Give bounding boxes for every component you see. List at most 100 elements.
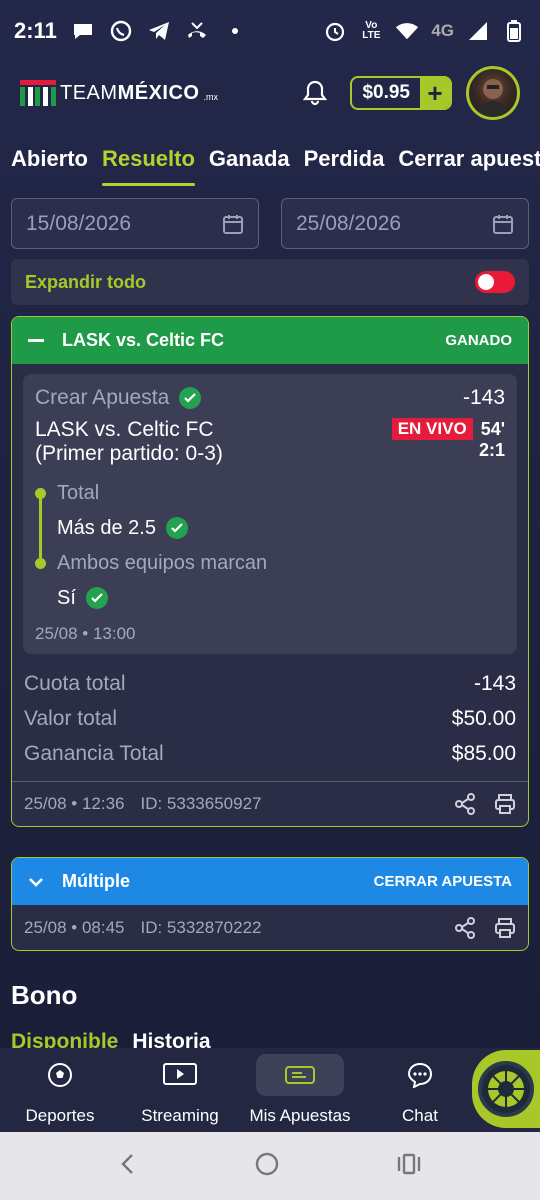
date-to-field[interactable]: 25/08/2026 <box>281 198 529 249</box>
soccer-ball-icon <box>16 1054 104 1096</box>
tab-ganada[interactable]: Ganada <box>209 146 290 186</box>
event-time: 25/08 • 13:00 <box>35 624 136 643</box>
system-nav-bar <box>0 1132 540 1200</box>
bet-card: Múltiple CERRAR APUESTA 25/08 • 08:45 ID… <box>11 857 529 951</box>
recents-icon[interactable] <box>396 1152 422 1181</box>
bet-card: LASK vs. Celtic FC GANADO Crear Apuesta … <box>11 316 529 827</box>
status-bar: 2:11 Vo LTE 4G <box>0 0 540 62</box>
tab-resuelto[interactable]: Resuelto <box>102 146 195 186</box>
bet-legs: Total Más de 2.5 Ambos equipos marcan Sí <box>35 476 505 616</box>
check-icon <box>165 517 188 539</box>
alarm-icon <box>323 20 347 42</box>
volte-icon: Vo LTE <box>362 20 381 41</box>
bet-card-header[interactable]: LASK vs. Celtic FC GANADO <box>12 317 528 364</box>
print-icon[interactable] <box>494 793 516 815</box>
summary-row: Cuota total -143 <box>24 671 516 695</box>
balance-widget[interactable]: $0.95 + <box>350 76 452 110</box>
match-info: LASK vs. Celtic FC (Primer partido: 0-3) <box>35 418 223 466</box>
leg-pick: Sí <box>57 580 505 616</box>
live-badge: EN VIVO <box>391 418 473 440</box>
clock: 2:11 <box>14 18 57 43</box>
nav-label: Chat <box>402 1106 438 1125</box>
nav-chat[interactable]: Chat <box>360 1048 480 1132</box>
date-from-value: 15/08/2026 <box>26 211 132 235</box>
logo-suffix: .mx <box>203 92 218 102</box>
nav-label: Mis Apuestas <box>249 1106 351 1125</box>
team-mexico-logo[interactable]: TEAMMÉXICO .mx <box>20 80 218 106</box>
expand-all-row: Expandir todo <box>11 259 529 305</box>
roulette-button[interactable] <box>472 1050 540 1128</box>
bet-summary: Cuota total -143 Valor total $50.00 Gana… <box>12 654 528 781</box>
network-type: 4G <box>431 21 454 40</box>
bet-status-tabs: Abierto Resuelto Ganada Perdida Cerrar a… <box>0 146 540 188</box>
match-teams: LASK vs. Celtic FC <box>35 418 214 441</box>
cash-out-button[interactable]: CERRAR APUESTA <box>374 873 512 890</box>
whatsapp-icon <box>109 20 133 42</box>
date-from-field[interactable]: 15/08/2026 <box>11 198 259 249</box>
back-icon[interactable] <box>118 1152 138 1181</box>
status-badge: GANADO <box>445 332 512 349</box>
placed-at: 25/08 • 12:36 <box>24 794 125 813</box>
selection-odds: -143 <box>462 386 505 409</box>
print-icon[interactable] <box>494 917 516 939</box>
leg-pick: Más de 2.5 <box>57 510 505 546</box>
roulette-icon <box>478 1061 534 1117</box>
play-icon <box>136 1054 224 1096</box>
live-info: EN VIVO 54' 2:1 <box>391 418 505 461</box>
bet-footer: 25/08 • 12:36 ID: 5333650927 <box>12 781 528 826</box>
expand-all-toggle[interactable] <box>475 271 515 293</box>
timeline-dot <box>35 488 46 499</box>
app-header: TEAMMÉXICO .mx $0.95 + <box>0 62 540 124</box>
summary-row: Valor total $50.00 <box>24 706 516 730</box>
logo-mark-icon <box>20 80 56 106</box>
chat-icon <box>376 1054 464 1096</box>
battery-icon <box>502 20 526 42</box>
summary-row: Ganancia Total $85.00 <box>24 741 516 765</box>
leg-market: Ambos equipos marcan <box>57 551 268 574</box>
add-funds-button[interactable]: + <box>420 78 450 108</box>
match-note: (Primer partido: 0-3) <box>35 442 223 465</box>
date-to-value: 25/08/2026 <box>296 211 402 235</box>
nav-label: Streaming <box>141 1106 219 1125</box>
tab-perdida[interactable]: Perdida <box>304 146 385 186</box>
collapse-icon[interactable] <box>28 338 50 343</box>
missed-call-icon <box>185 20 209 42</box>
bono-title: Bono <box>11 980 78 1010</box>
nav-deportes[interactable]: Deportes <box>0 1048 120 1132</box>
message-icon <box>71 20 95 42</box>
avatar[interactable] <box>466 66 520 120</box>
bet-title: Múltiple <box>62 871 130 891</box>
share-icon[interactable] <box>454 916 476 939</box>
signal-icon <box>466 20 490 42</box>
expand-all-label: Expandir todo <box>25 271 146 292</box>
leg-market: Total <box>57 481 100 504</box>
nav-mis-apuestas[interactable]: Mis Apuestas <box>240 1048 360 1132</box>
bottom-nav: Deportes Streaming Mis Apuestas Chat <box>0 1048 540 1132</box>
calendar-icon[interactable] <box>492 213 514 235</box>
bell-icon[interactable] <box>300 78 330 108</box>
calendar-icon[interactable] <box>222 213 244 235</box>
bet-card-header[interactable]: Múltiple CERRAR APUESTA <box>12 858 528 905</box>
tab-abierto[interactable]: Abierto <box>11 146 88 186</box>
date-range: 15/08/2026 25/08/2026 <box>11 198 529 249</box>
bet-id: ID: 5333650927 <box>140 794 262 813</box>
share-icon[interactable] <box>454 793 476 815</box>
selection-card: Crear Apuesta -143 LASK vs. Celtic FC (P… <box>23 374 517 654</box>
balance-amount: $0.95 <box>362 82 410 103</box>
placed-at: 25/08 • 08:45 <box>24 917 125 937</box>
match-minute: 54' <box>480 418 505 439</box>
nav-label: Deportes <box>25 1106 95 1125</box>
match-score: 2:1 <box>478 440 505 460</box>
nav-streaming[interactable]: Streaming <box>120 1048 240 1132</box>
ticket-icon <box>256 1054 344 1096</box>
bet-footer: 25/08 • 08:45 ID: 5332870222 <box>12 905 528 950</box>
check-icon <box>85 587 108 609</box>
chevron-down-icon[interactable] <box>28 877 50 887</box>
home-icon[interactable] <box>254 1151 280 1182</box>
bet-title: LASK vs. Celtic FC <box>62 330 225 350</box>
logo-text: TEAMMÉXICO <box>60 81 200 104</box>
tab-cerrar-apuesta[interactable]: Cerrar apuesta <box>398 146 540 186</box>
check-icon <box>179 387 202 409</box>
wifi-icon <box>395 20 419 42</box>
telegram-icon <box>147 20 171 42</box>
